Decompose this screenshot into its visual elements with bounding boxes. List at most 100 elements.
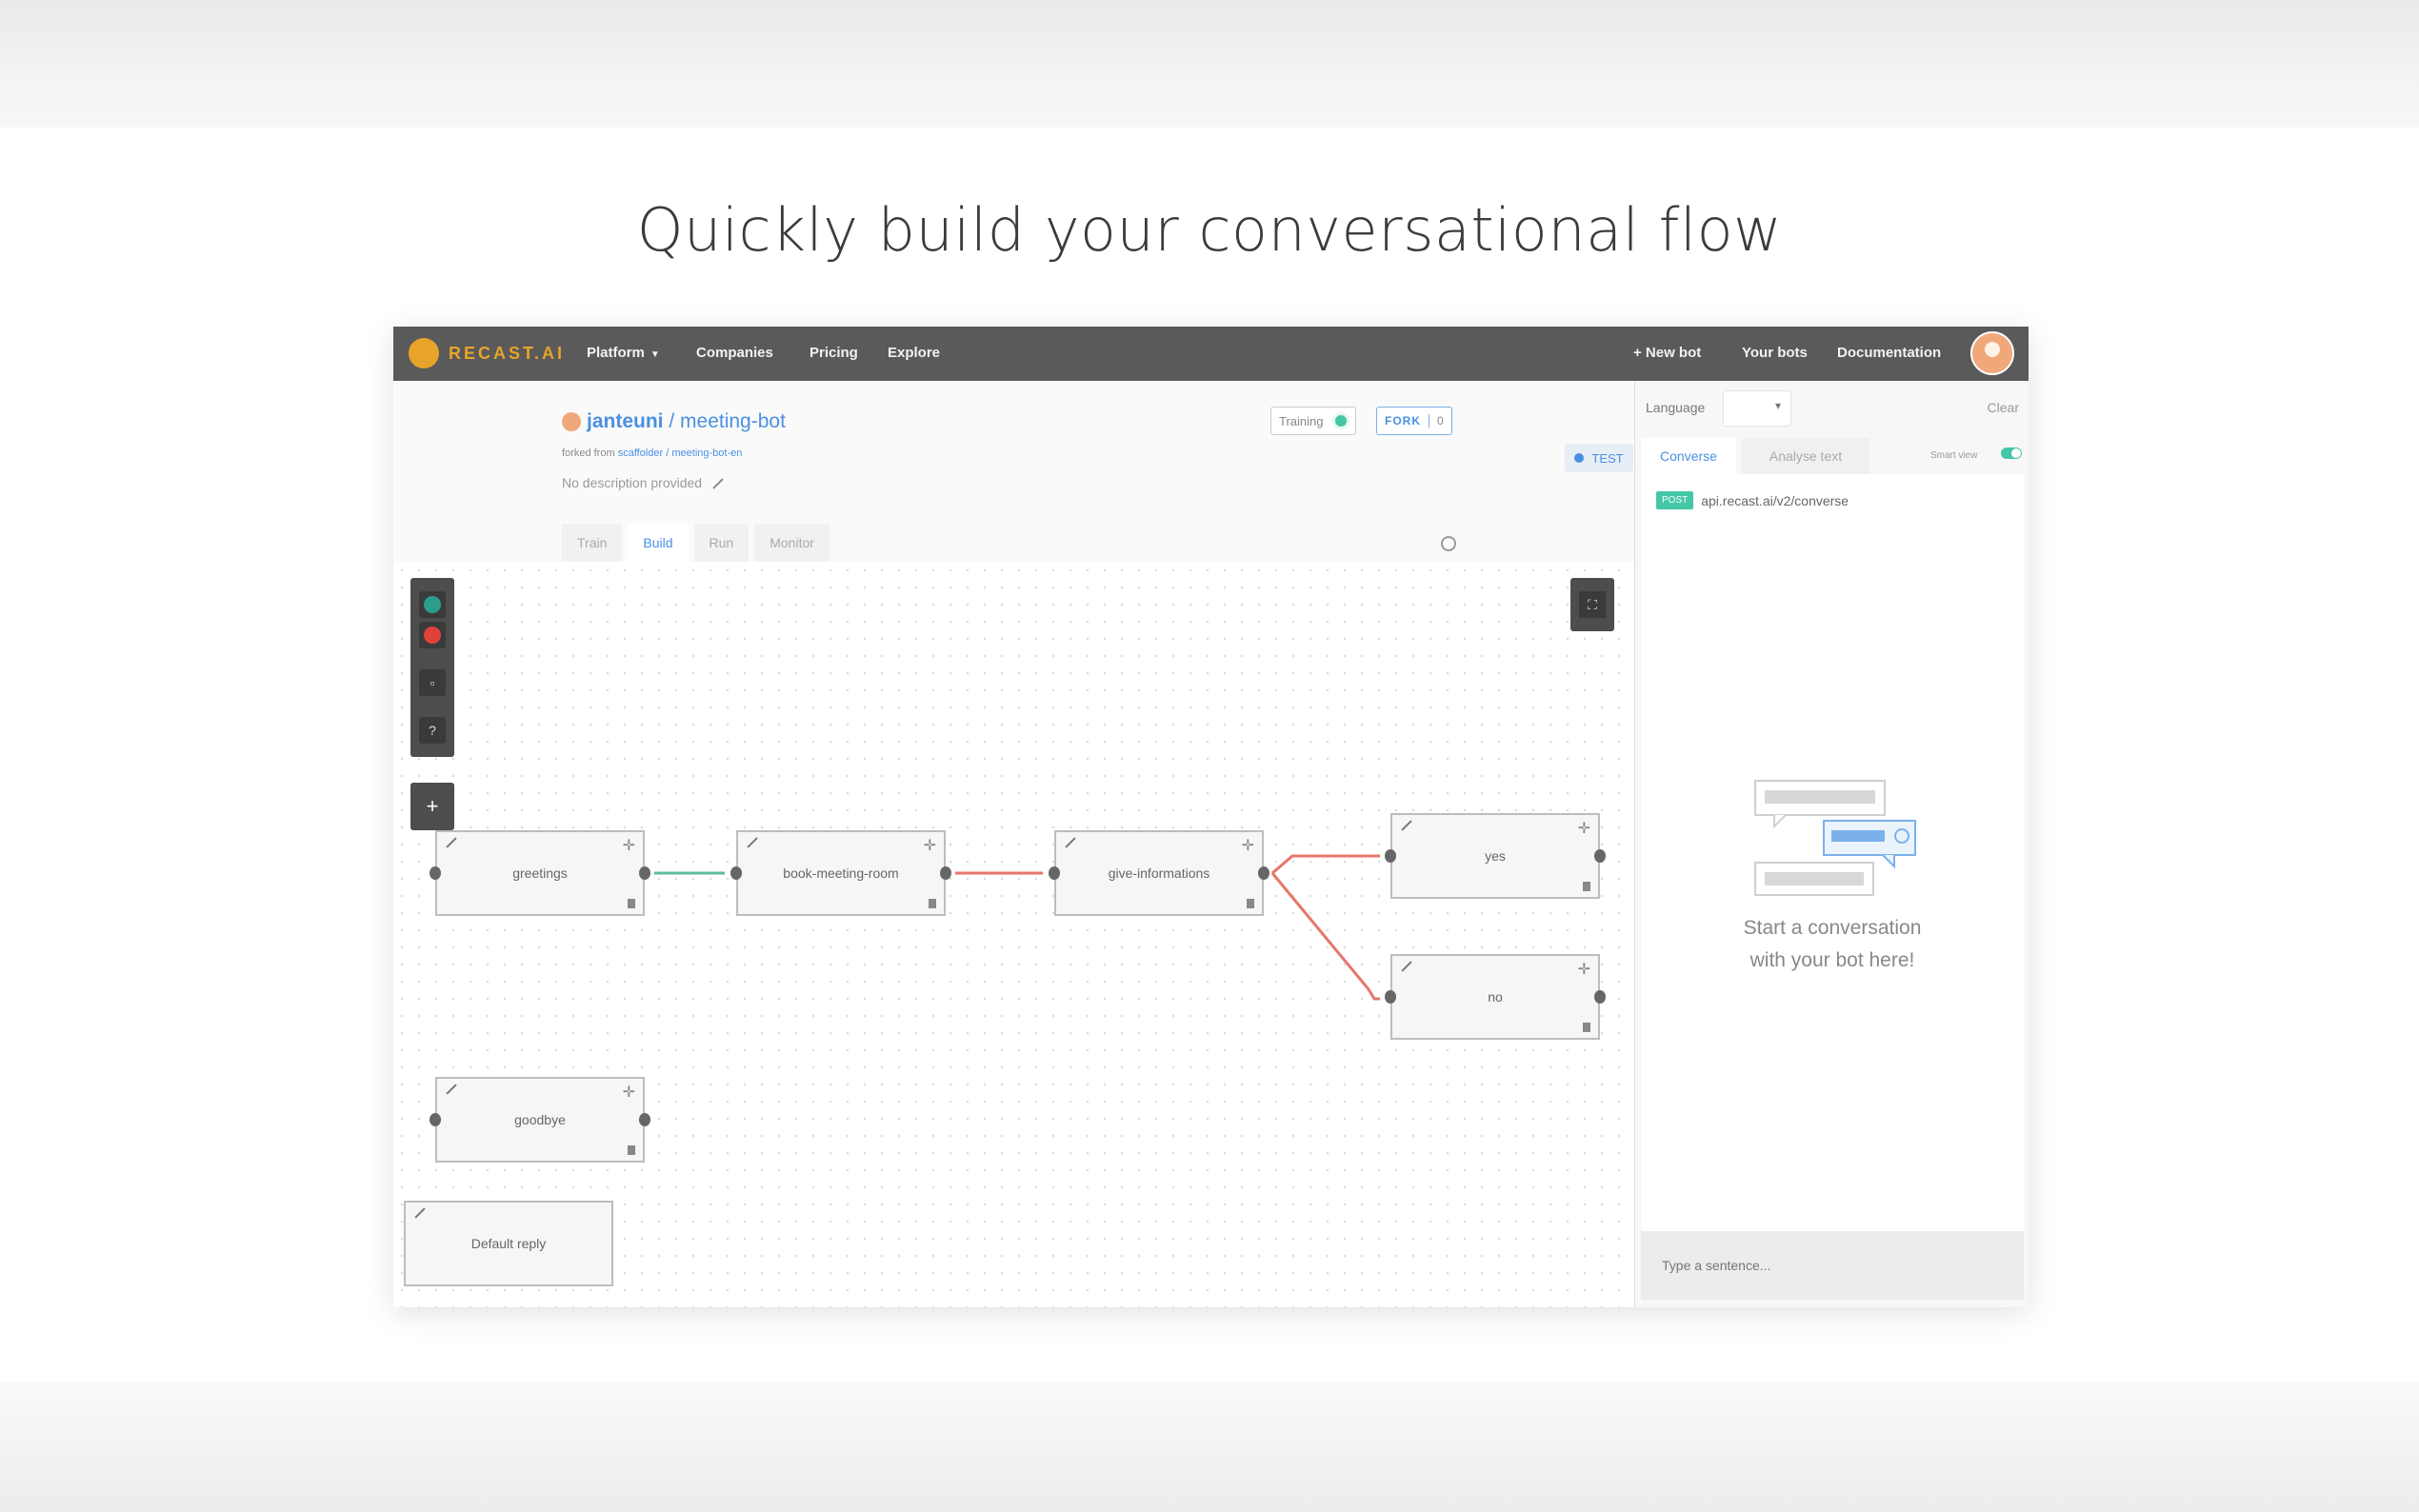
tab-train[interactable]: Train: [562, 524, 623, 562]
green-circle-icon: [424, 596, 441, 613]
bot-main: janteuni / meeting-bot forked from scaff…: [393, 381, 1634, 1307]
input-port[interactable]: [430, 866, 441, 880]
fork-button[interactable]: FORK 0: [1376, 407, 1452, 435]
move-icon[interactable]: ✛: [924, 836, 936, 855]
green-circle-tool[interactable]: [419, 591, 446, 618]
input-port[interactable]: [430, 1113, 441, 1126]
smart-view-toggle[interactable]: [2001, 448, 2022, 459]
move-icon[interactable]: ✛: [1578, 819, 1590, 838]
fork-label: FORK: [1385, 414, 1421, 428]
output-port[interactable]: [639, 1113, 650, 1126]
edit-icon[interactable]: [1401, 961, 1412, 972]
output-port[interactable]: [1258, 866, 1269, 880]
chat-bubbles-icon: [1754, 780, 1916, 896]
flow-node[interactable]: ✛ goodbye: [430, 1077, 650, 1163]
link-give-yes: [1271, 854, 1380, 875]
tab-run[interactable]: Run: [693, 524, 750, 562]
flow-node[interactable]: ✛ give-informations: [1049, 830, 1269, 916]
nav-pricing[interactable]: Pricing: [810, 345, 858, 361]
settings-gear-icon[interactable]: [1441, 536, 1456, 551]
forked-source-link[interactable]: scaffolder / meeting-bot-en: [618, 448, 743, 459]
logo[interactable]: RECAST.AI: [409, 338, 565, 368]
tab-build[interactable]: Build: [628, 524, 689, 562]
tab-analyse-text[interactable]: Analyse text: [1742, 438, 1869, 474]
fit-view-button[interactable]: ⛶: [1570, 578, 1614, 631]
caret-down-icon: ▼: [650, 349, 660, 360]
flow-canvas[interactable]: ▫ ? + ⛶ ✛ greetings ✛ book-meeting-room: [393, 562, 1634, 1307]
trash-icon[interactable]: [929, 899, 936, 908]
flow-node[interactable]: ✛ book-meeting-room: [730, 830, 951, 916]
move-icon[interactable]: ✛: [623, 1083, 635, 1102]
output-port[interactable]: [639, 866, 650, 880]
flow-links: [654, 854, 1380, 1001]
trash-icon[interactable]: [1583, 882, 1590, 891]
flow-node[interactable]: ✛ greetings: [430, 830, 650, 916]
method-badge: POST: [1656, 491, 1694, 509]
edit-icon[interactable]: [446, 1084, 457, 1095]
page-headline: Quickly build your conversational flow: [636, 195, 1783, 265]
grid-tool[interactable]: ▫: [419, 669, 446, 696]
link-give-no: [1270, 872, 1380, 1001]
red-circle-tool[interactable]: [419, 622, 446, 648]
trash-icon[interactable]: [628, 899, 635, 908]
trash-icon[interactable]: [1583, 1023, 1590, 1032]
flow-node[interactable]: ✛ yes: [1385, 813, 1606, 899]
expand-icon: ⛶: [1579, 591, 1606, 618]
app-screenshot: RECAST.AI Platform ▼ Companies Pricing Ex…: [393, 327, 2029, 1307]
new-bot-link[interactable]: + New bot: [1633, 345, 1701, 361]
move-icon[interactable]: ✛: [623, 836, 635, 855]
tab-monitor[interactable]: Monitor: [754, 524, 830, 562]
nav-explore[interactable]: Explore: [888, 345, 940, 361]
empty-state-text: Start a conversation with your bot here!: [1641, 912, 2024, 977]
edit-icon[interactable]: [414, 1207, 426, 1219]
sentence-input-box: [1641, 1231, 2024, 1300]
edit-icon[interactable]: [446, 837, 457, 848]
logo-text: RECAST.AI: [449, 343, 566, 363]
output-port[interactable]: [1594, 849, 1606, 863]
top-band: [0, 0, 2419, 128]
input-port[interactable]: [1049, 866, 1060, 880]
edit-icon[interactable]: [1065, 837, 1076, 848]
edit-icon[interactable]: [1401, 820, 1412, 831]
endpoint: POST api.recast.ai/v2/converse: [1656, 491, 1849, 509]
input-port[interactable]: [1385, 849, 1396, 863]
nav-platform[interactable]: Platform ▼: [587, 345, 660, 361]
flow-toolbar: ▫ ?: [410, 578, 454, 757]
input-port[interactable]: [730, 866, 742, 880]
test-button[interactable]: TEST: [1565, 444, 1633, 472]
documentation-link[interactable]: Documentation: [1837, 345, 1941, 361]
description-text: No description provided: [562, 475, 703, 490]
tab-converse[interactable]: Converse: [1641, 438, 1736, 474]
empty-line-2: with your bot here!: [1749, 949, 1915, 971]
output-port[interactable]: [940, 866, 951, 880]
language-select[interactable]: [1723, 390, 1791, 427]
edit-icon[interactable]: [747, 837, 758, 848]
test-dot-icon: [1574, 453, 1585, 463]
user-avatar[interactable]: [1970, 331, 2014, 375]
clear-button[interactable]: Clear: [1988, 400, 2019, 415]
forked-from: forked from scaffolder / meeting-bot-en: [562, 448, 742, 459]
node-label: no: [1488, 989, 1503, 1005]
output-port[interactable]: [1594, 990, 1606, 1004]
your-bots-link[interactable]: Your bots: [1742, 345, 1808, 361]
trash-icon[interactable]: [628, 1145, 635, 1155]
endpoint-url: api.recast.ai/v2/converse: [1701, 492, 1849, 508]
help-button[interactable]: ?: [419, 717, 446, 744]
bot-owner[interactable]: janteuni: [587, 410, 664, 432]
move-icon[interactable]: ✛: [1578, 960, 1590, 979]
training-status: Training: [1270, 407, 1357, 435]
forked-prefix: forked from: [562, 448, 615, 459]
sentence-input[interactable]: [1641, 1231, 2024, 1300]
flow-node[interactable]: ✛ no: [1385, 954, 1606, 1040]
edit-pencil-icon[interactable]: [712, 478, 724, 489]
nav-companies[interactable]: Companies: [696, 345, 773, 361]
trash-icon[interactable]: [1247, 899, 1254, 908]
input-port[interactable]: [1385, 990, 1396, 1004]
node-label: give-informations: [1108, 865, 1210, 881]
logo-icon: [409, 338, 439, 368]
bot-name[interactable]: meeting-bot: [680, 410, 786, 432]
training-status-icon: [1332, 412, 1350, 429]
default-reply-node[interactable]: Default reply: [404, 1201, 613, 1286]
move-icon[interactable]: ✛: [1242, 836, 1254, 855]
add-node-button[interactable]: +: [410, 783, 454, 830]
